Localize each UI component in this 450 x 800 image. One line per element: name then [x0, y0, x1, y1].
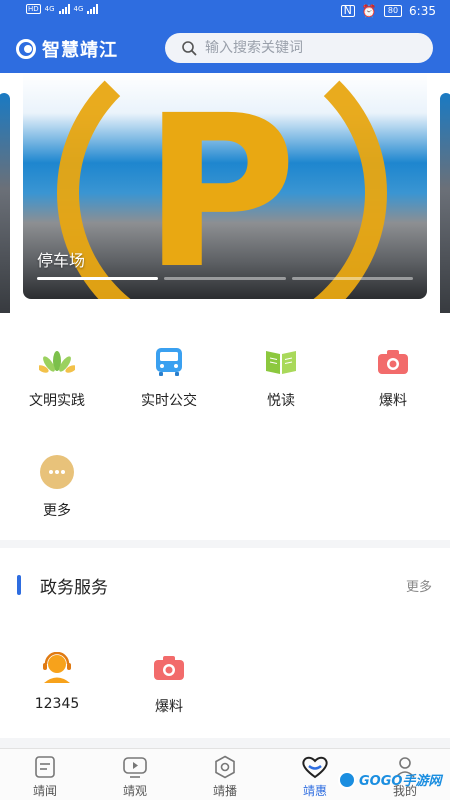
quick-action-wenming[interactable]: 文明实践	[1, 344, 113, 410]
news-icon	[0, 755, 90, 779]
video-icon	[90, 755, 180, 779]
logo-mark-icon	[16, 39, 36, 59]
section-divider	[0, 738, 450, 748]
carousel-indicator	[37, 277, 413, 280]
search-icon	[182, 41, 197, 56]
quick-action-label: 更多	[43, 503, 71, 519]
carousel-dot	[164, 277, 286, 280]
network-label-2: 4G	[73, 5, 84, 13]
watermark-logo-icon	[338, 770, 356, 789]
gov-item-report[interactable]: 爆料	[113, 650, 225, 716]
app-header: HD 4G 4G N ⏰ 80 6:35 智慧靖江	[0, 0, 450, 73]
carousel-dot	[37, 277, 159, 280]
lotus-icon	[39, 344, 75, 380]
banner-prev-peek[interactable]	[0, 93, 10, 313]
camera-icon	[375, 344, 411, 380]
quick-action-label: 实时公交	[141, 393, 197, 409]
book-icon	[263, 344, 299, 380]
gov-item-label: 爆料	[155, 699, 183, 715]
broadcast-icon	[180, 755, 270, 779]
carousel-dot	[291, 277, 413, 280]
tab-label: 靖闻	[32, 784, 57, 798]
signal-icon-2	[87, 4, 99, 14]
section-divider	[0, 540, 450, 548]
banner-carousel[interactable]: P 停车场	[0, 73, 450, 313]
quick-action-label: 文明实践	[29, 393, 85, 409]
quick-action-bus[interactable]: 实时公交	[113, 344, 225, 410]
nfc-icon: N	[340, 5, 355, 17]
parking-sign-letter: P	[143, 73, 297, 299]
status-bar: HD 4G 4G N ⏰ 80 6:35	[0, 0, 450, 24]
site-watermark: GOGO手游网	[338, 770, 441, 789]
quick-action-label: 爆料	[379, 393, 407, 409]
tab-label: 靖播	[212, 784, 237, 798]
tab-news[interactable]: 靖闻	[0, 755, 90, 799]
app-name: 智慧靖江	[42, 40, 118, 61]
tab-broadcast[interactable]: 靖播	[180, 755, 270, 799]
alarm-icon: ⏰	[361, 4, 377, 18]
more-icon	[39, 454, 75, 490]
hd-badge: HD	[26, 4, 41, 14]
camera-icon	[151, 650, 187, 686]
watermark-text: GOGO手游网	[359, 774, 442, 789]
search-bar[interactable]	[165, 33, 433, 63]
banner-slide[interactable]: P 停车场	[23, 73, 427, 299]
banner-caption: 停车场	[37, 251, 86, 270]
section-accent-bar	[17, 575, 21, 595]
clock: 6:35	[409, 4, 436, 18]
bus-icon	[151, 344, 187, 380]
tab-label: 靖观	[122, 784, 147, 798]
gov-item-12345[interactable]: 12345	[1, 650, 113, 712]
service-agent-icon	[39, 650, 75, 686]
signal-icon	[58, 4, 70, 14]
quick-action-reading[interactable]: 悦读	[225, 344, 337, 410]
section-title: 政务服务	[40, 578, 108, 598]
app-logo: 智慧靖江	[16, 36, 118, 62]
search-input[interactable]	[205, 40, 405, 56]
network-label-1: 4G	[44, 5, 55, 13]
quick-action-report[interactable]: 爆料	[337, 344, 449, 410]
section-more-link[interactable]: 更多	[406, 576, 432, 595]
tab-watch[interactable]: 靖观	[90, 755, 180, 799]
banner-next-peek[interactable]	[440, 93, 450, 313]
battery-icon: 80	[383, 5, 403, 17]
quick-action-more[interactable]: 更多	[1, 454, 113, 520]
gov-item-label: 12345	[34, 696, 80, 712]
quick-action-label: 悦读	[267, 393, 295, 409]
